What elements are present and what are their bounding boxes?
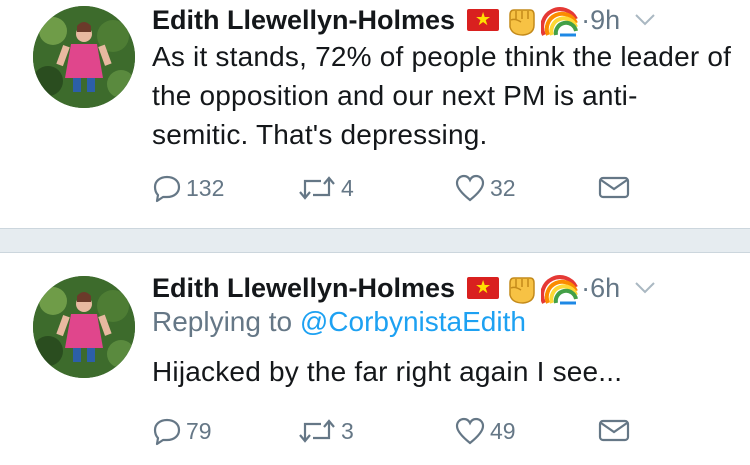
reply-count: 132 bbox=[186, 174, 225, 201]
chevron-down-icon[interactable] bbox=[634, 13, 656, 27]
name-emojis: ★ bbox=[467, 1, 579, 39]
vietnam-flag-icon: ★ bbox=[467, 277, 500, 299]
timestamp[interactable]: ·6h bbox=[581, 273, 620, 304]
tweet-actions: 132 4 32 bbox=[152, 173, 672, 207]
replying-label: Replying to bbox=[152, 306, 293, 337]
envelope-icon bbox=[598, 176, 630, 199]
timestamp[interactable]: ·9h bbox=[581, 5, 620, 36]
reply-icon bbox=[153, 418, 181, 446]
like-button[interactable]: 32 bbox=[454, 173, 516, 203]
tweet[interactable]: Edith Llewellyn-Holmes ★ ·6h Replying to… bbox=[0, 253, 750, 463]
retweet-icon bbox=[299, 419, 335, 443]
tweet-actions: 79 3 49 bbox=[152, 416, 672, 450]
retweet-count: 3 bbox=[341, 417, 354, 444]
rainbow-icon bbox=[541, 7, 579, 37]
reply-icon bbox=[153, 175, 181, 203]
direct-message-button[interactable] bbox=[598, 173, 630, 201]
heart-icon bbox=[455, 417, 485, 445]
name-emojis: ★ bbox=[467, 269, 579, 307]
raised-fist-icon bbox=[509, 277, 535, 304]
like-count: 49 bbox=[490, 417, 516, 444]
vietnam-flag-icon: ★ bbox=[467, 9, 500, 31]
avatar[interactable] bbox=[33, 6, 135, 108]
direct-message-button[interactable] bbox=[598, 416, 630, 444]
raised-fist-icon bbox=[509, 9, 535, 36]
like-count: 32 bbox=[490, 174, 516, 201]
retweet-button[interactable]: 4 bbox=[297, 173, 354, 203]
replying-to: Replying to @CorbynistaEdith bbox=[152, 306, 526, 338]
envelope-icon bbox=[598, 419, 630, 442]
tweet-text: As it stands, 72% of people think the le… bbox=[152, 41, 732, 150]
reply-handle-link[interactable]: @CorbynistaEdith bbox=[300, 306, 526, 337]
reply-count: 79 bbox=[186, 417, 212, 444]
chevron-down-icon[interactable] bbox=[634, 281, 656, 295]
tweet-header: Edith Llewellyn-Holmes ★ ·9h bbox=[152, 0, 656, 40]
reply-button[interactable]: 79 bbox=[152, 416, 212, 446]
tweet-divider bbox=[0, 228, 750, 253]
tweet-text: Hijacked by the far right again I see... bbox=[152, 356, 623, 387]
tweet-header: Edith Llewellyn-Holmes ★ ·6h bbox=[152, 268, 656, 308]
like-button[interactable]: 49 bbox=[454, 416, 516, 446]
avatar[interactable] bbox=[33, 276, 135, 378]
author-name[interactable]: Edith Llewellyn-Holmes bbox=[152, 273, 455, 304]
tweet[interactable]: Edith Llewellyn-Holmes ★ ·9h As it stand… bbox=[0, 0, 750, 228]
reply-button[interactable]: 132 bbox=[152, 173, 224, 203]
retweet-icon bbox=[299, 176, 335, 200]
heart-icon bbox=[455, 174, 485, 202]
retweet-button[interactable]: 3 bbox=[297, 416, 354, 446]
author-name[interactable]: Edith Llewellyn-Holmes bbox=[152, 5, 455, 36]
rainbow-icon bbox=[541, 275, 579, 305]
retweet-count: 4 bbox=[341, 174, 354, 201]
